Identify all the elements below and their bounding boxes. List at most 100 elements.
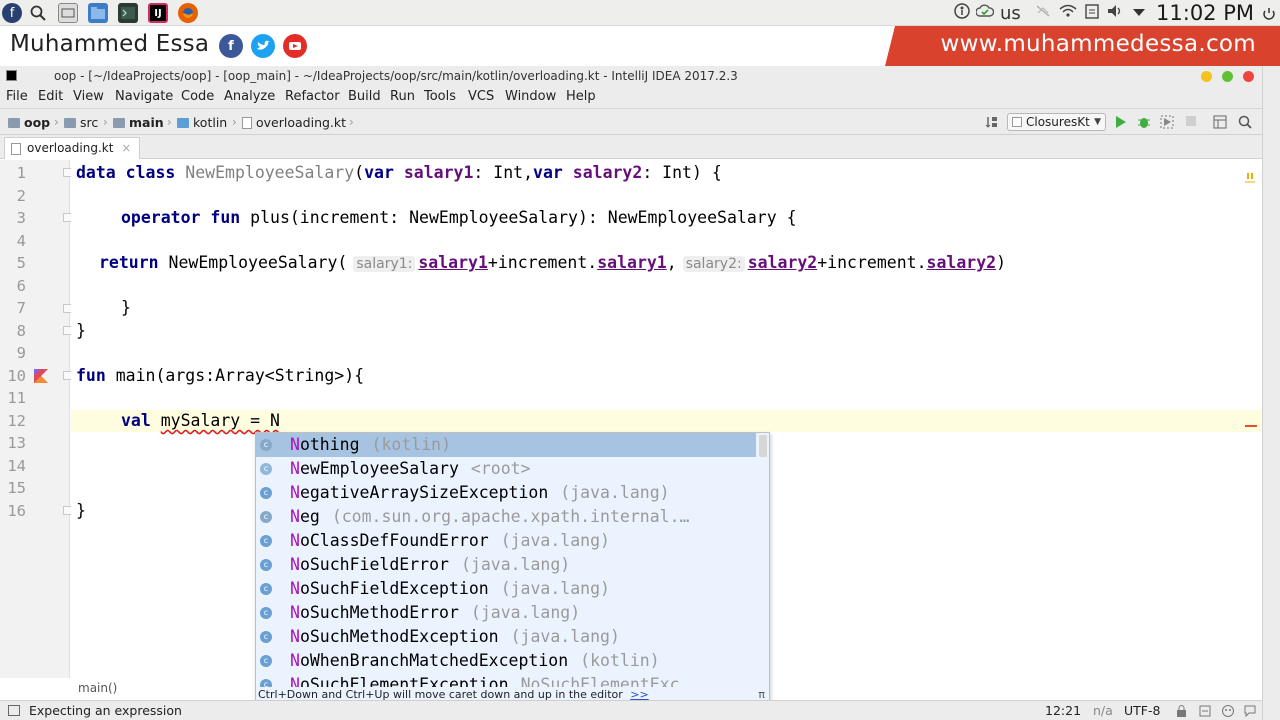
menu-refactor[interactable]: Refactor (285, 89, 340, 104)
popup-scrollbar[interactable] (759, 435, 767, 457)
intellij-icon[interactable]: IJ (148, 3, 168, 23)
completion-location: (java.lang) (500, 531, 610, 550)
event-log-icon[interactable] (1244, 705, 1256, 720)
minimize-button[interactable] (1201, 71, 1212, 82)
status-bar: Expecting an expression 12:21 n/a UTF-8 (0, 700, 1262, 720)
git-icon[interactable] (1199, 705, 1211, 720)
folder-icon (177, 117, 189, 128)
editor-breadcrumb[interactable]: main() (78, 681, 117, 695)
caret-position[interactable]: 12:21 (1045, 703, 1081, 718)
menu-navigate[interactable]: Navigate (115, 89, 173, 104)
completion-item[interactable]: c NoSuchMethodError (java.lang) (256, 601, 756, 625)
facebook-icon[interactable]: f (219, 34, 243, 58)
menu-analyze[interactable]: Analyze (224, 89, 275, 104)
menu-code[interactable]: Code (181, 89, 214, 104)
firefox-icon[interactable] (178, 3, 198, 23)
debug-icon[interactable] (1137, 115, 1151, 133)
youtube-icon[interactable] (283, 34, 307, 58)
volume-icon[interactable] (1107, 4, 1125, 22)
dropdown-arrow-icon[interactable] (1132, 5, 1145, 21)
menu-build[interactable]: Build (348, 89, 381, 104)
menu-file[interactable]: File (6, 89, 28, 104)
stop-icon[interactable] (1185, 115, 1197, 131)
completion-item[interactable]: c NoClassDefFoundError (java.lang) (256, 529, 756, 553)
completion-item[interactable]: c Neg (com.sun.org.apache.xpath.internal.… (256, 505, 756, 529)
code-completion-popup[interactable]: c Nothing (kotlin) c NewEmployeeSalary <ro… (255, 432, 770, 704)
power-icon[interactable] (1262, 6, 1276, 25)
line-number: 4 (16, 232, 26, 250)
accessibility-icon[interactable] (954, 3, 970, 23)
search-icon[interactable] (28, 3, 48, 23)
run-icon[interactable] (1115, 115, 1127, 133)
completion-item[interactable]: c NoSuchFieldError (java.lang) (256, 553, 756, 577)
intellij-window-icon (6, 70, 17, 81)
breadcrumb-kotlin[interactable]: kotlin (177, 115, 227, 130)
breadcrumb-separator: › (167, 115, 172, 129)
window-scrollbar[interactable] (1262, 66, 1280, 720)
keyboard-layout[interactable]: us (1000, 3, 1021, 24)
line-number-gutter[interactable]: 1 2 3 4 5 6 7 8 9 10 11 12 13 14 15 16 (0, 160, 72, 678)
menu-view[interactable]: View (73, 89, 104, 104)
breadcrumb-file[interactable]: overloading.kt (242, 115, 346, 130)
code-text: ( (354, 163, 365, 182)
wifi-icon[interactable] (1059, 4, 1077, 22)
completion-item[interactable]: c NewEmployeeSalary <root> (256, 457, 756, 481)
property-name: salary1 (403, 163, 474, 182)
search-everywhere-icon[interactable] (1238, 115, 1252, 133)
kotlin-run-icon[interactable] (34, 368, 48, 383)
build-icon[interactable] (985, 115, 999, 133)
chevron-down-icon: ▼ (1094, 117, 1101, 127)
breadcrumb-main[interactable]: main (113, 115, 164, 130)
completion-location: (java.lang) (500, 579, 610, 598)
clock[interactable]: 11:02 PM (1156, 0, 1254, 26)
project-structure-icon[interactable] (1213, 115, 1227, 133)
line-number: 15 (7, 479, 26, 497)
folder-icon (64, 117, 76, 128)
menu-window[interactable]: Window (505, 89, 556, 104)
show-desktop-icon[interactable] (58, 3, 78, 23)
close-button[interactable] (1243, 71, 1254, 82)
class-icon: c (260, 631, 272, 643)
fedora-icon[interactable]: f (2, 3, 22, 23)
file-encoding[interactable]: UTF-8 (1124, 703, 1163, 718)
class-icon: c (260, 607, 272, 619)
line-separator[interactable]: n/a (1093, 703, 1113, 718)
window-title: oop - [~/IdeaProjects/oop] - [oop_main] … (54, 69, 738, 83)
maximize-button[interactable] (1222, 71, 1233, 82)
tab-overloading-kt[interactable]: overloading.kt × (4, 137, 141, 159)
breadcrumb-src[interactable]: src (64, 115, 98, 130)
error-stripe-marker[interactable] (1245, 425, 1257, 427)
breadcrumb-separator: › (232, 115, 237, 129)
network-icon[interactable] (1035, 4, 1051, 22)
completion-item[interactable]: c NoWhenBranchMatchedException (kotlin) (256, 649, 756, 673)
completion-location: (kotlin) (580, 651, 660, 670)
coverage-icon[interactable] (1160, 115, 1174, 133)
menu-run[interactable]: Run (390, 89, 415, 104)
menu-tools[interactable]: Tools (424, 89, 456, 104)
tab-close-icon[interactable]: × (121, 141, 131, 155)
terminal-icon[interactable] (118, 3, 138, 23)
completion-item[interactable]: c NoSuchFieldException (java.lang) (256, 577, 756, 601)
channel-name: Muhammed Essa (10, 31, 210, 57)
property-name: salary2 (926, 253, 997, 272)
analysis-status-icon[interactable] (1245, 168, 1255, 183)
menu-edit[interactable]: Edit (38, 89, 63, 104)
clipboard-icon[interactable] (1085, 3, 1099, 23)
match-prefix: N (290, 651, 300, 670)
menu-vcs[interactable]: VCS (468, 89, 494, 104)
tool-windows-icon[interactable] (8, 705, 20, 716)
completion-item[interactable]: c Nothing (kotlin) (256, 433, 756, 457)
lock-icon[interactable] (1176, 705, 1187, 720)
sync-cloud-icon[interactable] (975, 4, 995, 22)
twitter-icon[interactable] (251, 34, 275, 58)
inspector-icon[interactable] (1221, 704, 1235, 720)
breadcrumb-oop[interactable]: oop (8, 115, 50, 130)
completion-item[interactable]: c NoSuchMethodException (java.lang) (256, 625, 756, 649)
breadcrumb-separator: › (103, 115, 108, 129)
completion-item[interactable]: c NegativeArraySizeException (java.lang) (256, 481, 756, 505)
code-text: NewEmployeeSalary( (168, 253, 348, 272)
run-configuration-select[interactable]: ClosuresKt ▼ (1007, 113, 1106, 131)
completion-name: othing (299, 435, 360, 454)
files-icon[interactable] (88, 3, 108, 23)
menu-help[interactable]: Help (566, 89, 596, 104)
